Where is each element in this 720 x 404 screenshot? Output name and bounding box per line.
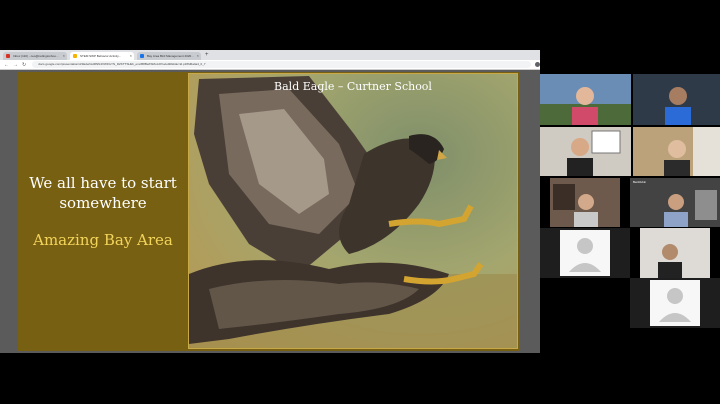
eagle-image [189,74,517,348]
participant-video-6[interactable]: BenRubin [630,178,720,227]
slide-heading-line2: somewhere [59,194,147,212]
participant-video-2[interactable] [633,74,720,125]
participant-video-7[interactable] [640,228,710,278]
participant-avatar [540,127,631,176]
tab-bird[interactable]: Bay Area Bird Management 2020... × [137,52,201,60]
participant-video-4[interactable] [633,127,720,176]
participant-avatar [550,178,620,227]
tab-label: STEM SWP Behavior Activity... [80,54,122,58]
participant-avatar [630,178,720,227]
participant-avatar [540,74,631,125]
address-input[interactable]: docs.google.com/presentation/d/1EAwGHRNN… [32,61,532,68]
back-icon[interactable]: ← [4,62,9,68]
slide-text-panel: We all have to start somewhere Amazing B… [18,72,188,351]
tab-label: Bay Area Bird Management 2020... [147,54,194,58]
close-icon[interactable]: × [130,52,132,60]
participant-avatar-tile-2[interactable] [630,278,720,328]
eagle-photo: Bald Eagle – Curtner School [188,73,518,349]
slide-caption: Bald Eagle – Curtner School [274,80,432,93]
avatar-card [560,230,610,276]
tab-label: Inbox (110) - ceo@redingtonboo... [13,54,59,58]
participant-name: BenRubin [633,180,647,184]
address-bar-row: ← → ↻ docs.google.com/presentation/d/1EA… [0,60,540,70]
shared-screen: Inbox (110) - ceo@redingtonboo... × STEM … [0,50,540,353]
slide-canvas: We all have to start somewhere Amazing B… [0,70,540,353]
page-icon [140,54,144,58]
video-gallery: BenRubin [540,74,720,329]
participant-video-3[interactable] [540,127,631,176]
presentation-slide: We all have to start somewhere Amazing B… [18,72,520,351]
gmail-icon [6,54,10,58]
tab-slides[interactable]: STEM SWP Behavior Activity... × [70,52,134,60]
participant-video-1[interactable] [540,74,631,125]
reload-icon[interactable]: ↻ [22,62,26,68]
close-icon[interactable]: × [63,52,65,60]
participant-avatar [633,127,720,176]
close-icon[interactable]: × [197,52,199,60]
tab-gmail[interactable]: Inbox (110) - ceo@redingtonboo... × [3,52,67,60]
slides-icon [73,54,77,58]
avatar-card [650,280,700,326]
new-tab-button[interactable]: + [205,51,209,60]
user-placeholder-icon [659,288,691,322]
participant-video-5[interactable] [550,178,620,227]
user-placeholder-icon [569,238,601,272]
forward-icon[interactable]: → [13,62,18,68]
participant-avatar-tile-1[interactable] [540,228,630,278]
profile-icon[interactable] [535,62,540,67]
participant-avatar [640,228,710,278]
slide-heading-line1: We all have to start [29,174,177,192]
slide-subtitle: Amazing Bay Area [33,231,173,249]
browser-tabbar: Inbox (110) - ceo@redingtonboo... × STEM … [0,50,540,60]
participant-avatar [633,74,720,125]
